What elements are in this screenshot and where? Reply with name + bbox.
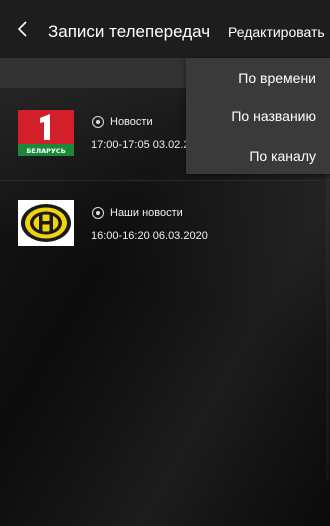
- program-name: Новости: [110, 116, 153, 128]
- belarus-1-logo: БЕЛАРУСЬ: [18, 110, 74, 156]
- logo-text: БЕЛАРУСЬ: [26, 147, 65, 155]
- menu-item-sort-by-time[interactable]: По времени: [238, 70, 316, 86]
- menu-item-sort-by-channel[interactable]: По каналу: [249, 148, 316, 164]
- recording-row[interactable]: Наши новости 16:00-16:20 06.03.2020: [0, 180, 330, 268]
- program-time: 16:00-16:20 06.03.2020: [91, 230, 208, 242]
- menu-item-sort-by-name[interactable]: По названию: [231, 108, 316, 124]
- back-arrow-icon[interactable]: [12, 18, 34, 40]
- page-title: Записи телепередач: [48, 22, 211, 41]
- radio-icon[interactable]: [92, 116, 104, 128]
- sort-dropdown-menu: По времени По названию По каналу: [186, 58, 330, 174]
- app-header: Записи телепередач Редактировать: [0, 0, 330, 58]
- program-time: 17:00-17:05 03.02.2: [91, 139, 190, 151]
- edit-button[interactable]: Редактировать: [228, 24, 325, 40]
- radio-icon[interactable]: [92, 207, 104, 219]
- program-name: Наши новости: [110, 207, 183, 219]
- ont-logo: [18, 200, 74, 246]
